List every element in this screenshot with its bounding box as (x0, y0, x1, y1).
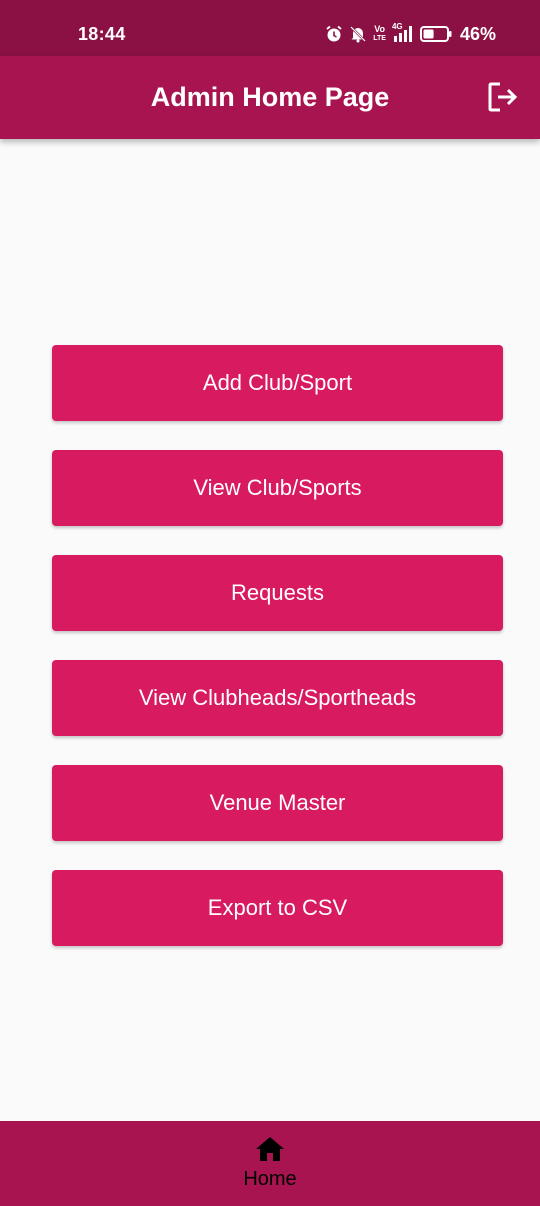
logout-icon (486, 82, 520, 118)
admin-menu: Add Club/Sport View Club/Sports Requests… (52, 345, 503, 975)
admin-home-screen: 18:44 Vo LTE 4G 46% Admin Home Page Add … (0, 0, 540, 1206)
status-icons: Vo LTE 4G 46% (325, 22, 496, 46)
export-to-csv-button[interactable]: Export to CSV (52, 870, 503, 946)
signal-icon: 4G (391, 22, 414, 43)
venue-master-button[interactable]: Venue Master (52, 765, 503, 841)
volte-top: Vo (374, 24, 386, 34)
alarm-icon (325, 25, 343, 43)
battery-percent: 46% (459, 23, 496, 44)
nav-item-home[interactable]: Home (220, 1135, 320, 1199)
view-clubheads-sportheads-button[interactable]: View Clubheads/Sportheads (52, 660, 503, 736)
home-icon (254, 1135, 286, 1168)
status-time: 18:44 (78, 24, 126, 44)
add-club-sport-button[interactable]: Add Club/Sport (52, 345, 503, 421)
volte-bottom: LTE (373, 35, 386, 42)
status-bar: 18:44 Vo LTE 4G 46% (0, 0, 540, 56)
network-type: 4G (391, 22, 403, 31)
bottom-nav: Home (0, 1121, 540, 1206)
page-title: Admin Home Page (150, 82, 390, 112)
logout-button[interactable] (486, 80, 520, 114)
app-bar: Admin Home Page (0, 56, 540, 139)
volte-icon: Vo LTE (373, 25, 386, 43)
nav-home-label: Home (243, 1168, 297, 1190)
view-club-sports-button[interactable]: View Club/Sports (52, 450, 503, 526)
battery-icon (419, 25, 452, 43)
mute-icon (349, 25, 367, 43)
requests-button[interactable]: Requests (52, 555, 503, 631)
